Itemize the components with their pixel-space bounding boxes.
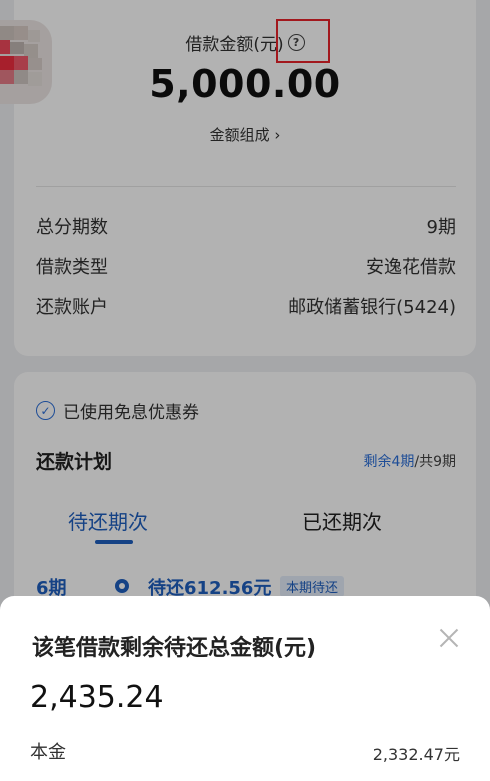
principal-label: 本金 bbox=[30, 742, 66, 763]
close-icon[interactable] bbox=[437, 626, 461, 650]
sheet-title: 该笔借款剩余待还总金额(元) bbox=[32, 636, 317, 661]
remaining-total-amount: 2,435.24 bbox=[30, 680, 164, 715]
principal-value: 2,332.47元 bbox=[372, 745, 460, 764]
